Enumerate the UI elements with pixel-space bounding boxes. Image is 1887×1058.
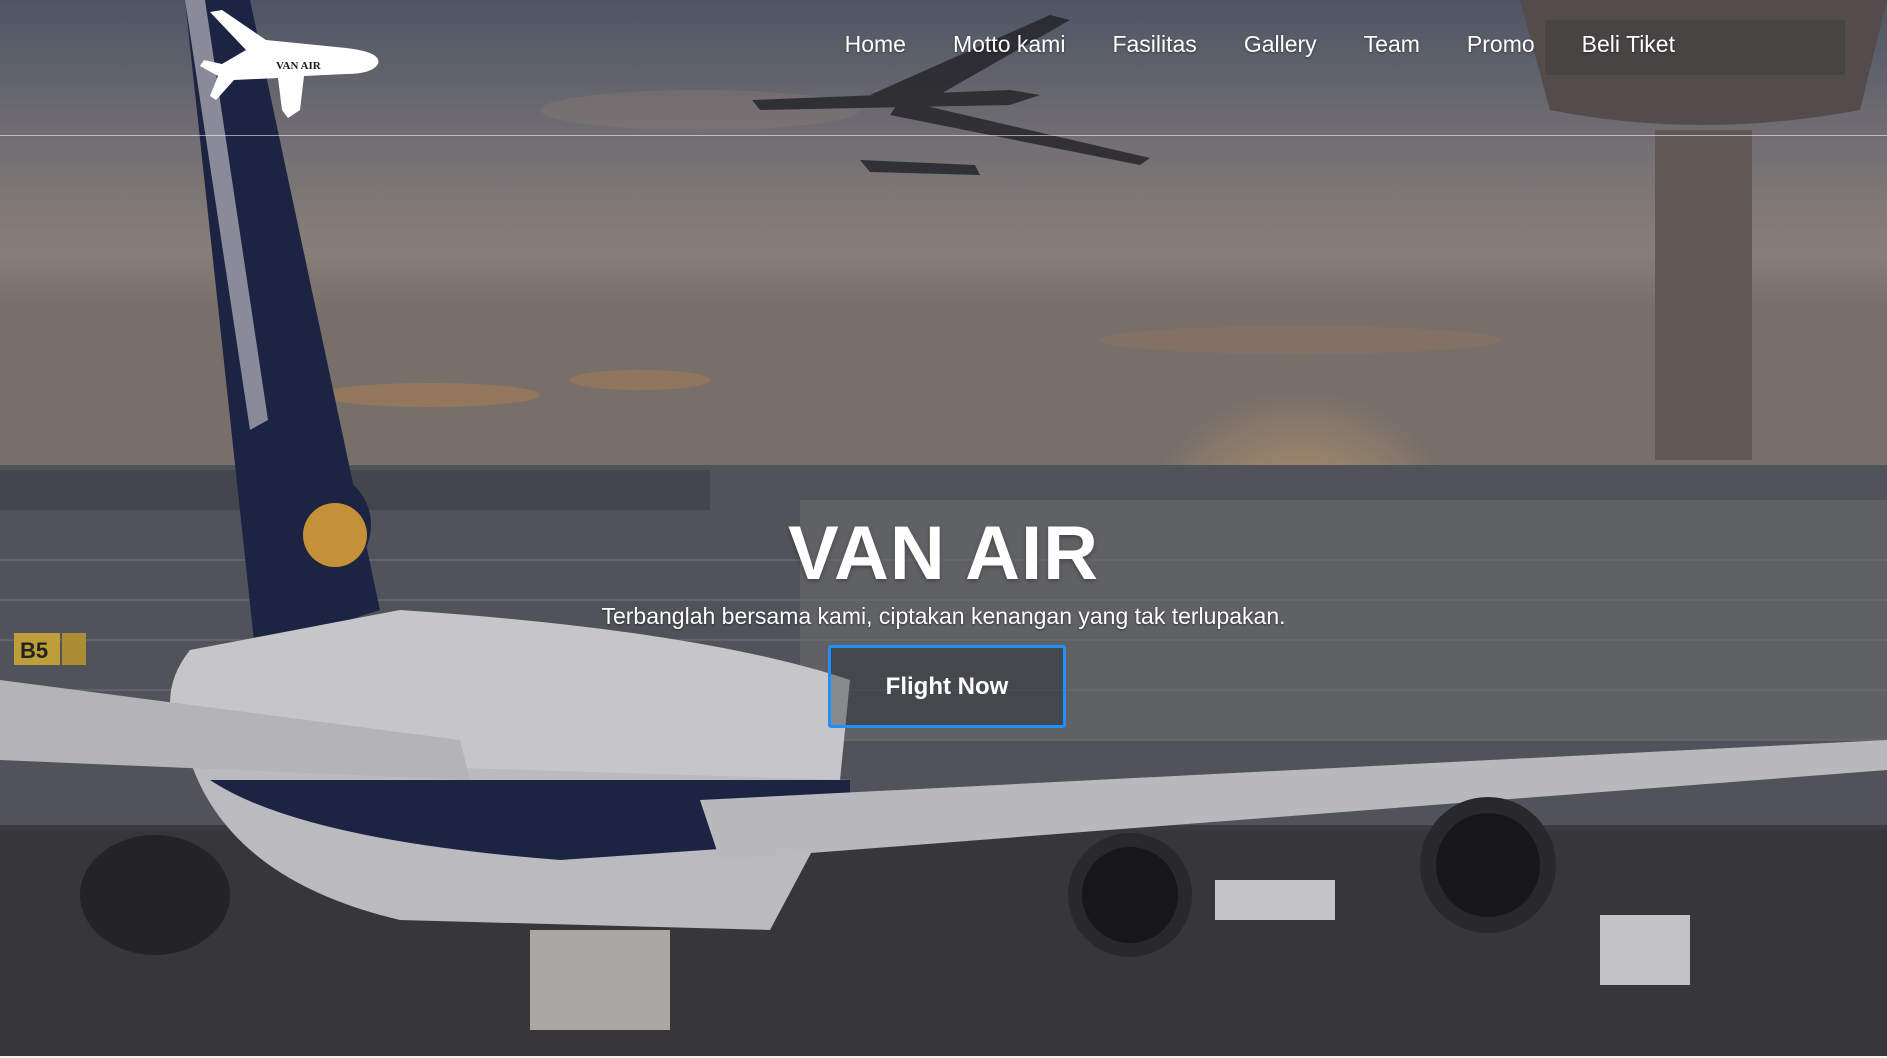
nav-beli-tiket[interactable]: Beli Tiket [1582, 28, 1675, 60]
hero-section: B5 VAN AIR Home Motto kami Fasilitas Gal… [0, 0, 1887, 1056]
flight-now-button[interactable]: Flight Now [828, 645, 1066, 728]
nav-team[interactable]: Team [1364, 28, 1420, 60]
nav-motto-kami[interactable]: Motto kami [953, 28, 1065, 60]
hero-subtitle: Terbanglah bersama kami, ciptakan kenang… [601, 603, 1286, 629]
nav-promo[interactable]: Promo [1467, 28, 1535, 60]
nav-fasilitas[interactable]: Fasilitas [1112, 28, 1196, 60]
navbar: VAN AIR Home Motto kami Fasilitas Galler… [0, 0, 1887, 136]
hero-content: VAN AIR Terbanglah bersama kami, ciptaka… [0, 510, 1887, 632]
hero-title: VAN AIR [788, 511, 1099, 596]
nav-gallery[interactable]: Gallery [1244, 28, 1317, 60]
nav-home[interactable]: Home [845, 28, 906, 60]
main-nav: Home Motto kami Fasilitas Gallery Team P… [0, 28, 1887, 60]
logo-text: VAN AIR [276, 60, 322, 72]
airplane-logo-icon[interactable]: VAN AIR [196, 10, 382, 118]
